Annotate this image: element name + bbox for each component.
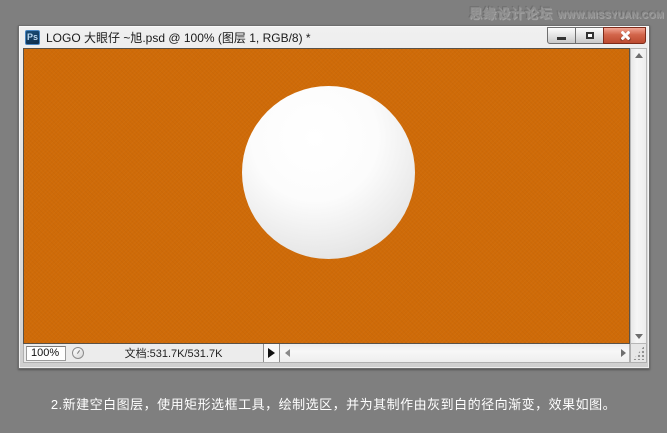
photoshop-app-icon: Ps (25, 29, 40, 45)
tutorial-step-caption: 2.新建空白图层，使用矩形选框工具，绘制选区，并为其制作由灰到白的径向渐变，效果… (50, 397, 617, 412)
scroll-up-arrow-icon[interactable] (635, 53, 643, 58)
document-size-info: 文档:531.7K/531.7K (124, 348, 223, 360)
scroll-right-arrow-icon[interactable] (621, 349, 626, 357)
radial-gradient-sphere (242, 86, 415, 259)
minimize-button[interactable] (547, 27, 576, 44)
photoshop-document-window: Ps LOGO 大眼仔 ~旭.psd @ 100% (图层 1, RGB/8) … (18, 25, 650, 369)
status-bar: 文档:531.7K/531.7K (24, 344, 280, 362)
watermark: 思缘设计论坛 WWW.MISSYUAN.COM (469, 3, 664, 23)
zoom-level-input[interactable] (26, 345, 66, 361)
scroll-down-arrow-icon[interactable] (635, 334, 643, 339)
minimize-icon (557, 37, 566, 40)
window-bottom-bar: 文档:531.7K/531.7K (23, 344, 630, 363)
window-titlebar[interactable]: Ps LOGO 大眼仔 ~旭.psd @ 100% (图层 1, RGB/8) … (19, 26, 649, 48)
scroll-left-arrow-icon[interactable] (285, 349, 290, 357)
window-title: LOGO 大眼仔 ~旭.psd @ 100% (图层 1, RGB/8) * (46, 30, 311, 45)
vertical-scrollbar[interactable] (630, 48, 647, 344)
document-canvas[interactable] (23, 48, 630, 344)
status-bar-menu-button[interactable] (263, 344, 280, 362)
restore-button[interactable] (575, 27, 604, 44)
watermark-site-url: WWW.MISSYUAN.COM (557, 10, 664, 20)
window-resize-grip[interactable] (630, 344, 647, 363)
status-menu-arrow-icon (268, 348, 275, 358)
restore-icon (585, 32, 594, 39)
watermark-forum-name: 思缘设计论坛 (469, 6, 554, 21)
close-button[interactable] (603, 27, 646, 44)
status-clock-icon (72, 347, 84, 359)
horizontal-scrollbar[interactable] (280, 344, 629, 362)
page-background: 思缘设计论坛 WWW.MISSYUAN.COM Ps LOGO 大眼仔 ~旭.p… (0, 0, 667, 433)
window-controls (547, 27, 646, 44)
close-icon (619, 30, 630, 41)
